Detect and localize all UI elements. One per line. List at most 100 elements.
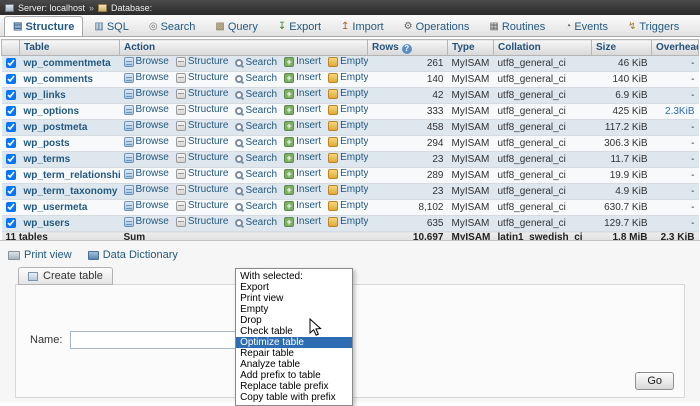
browse-action[interactable]: Browse [124,56,169,68]
search-action[interactable]: Search [235,201,277,213]
data-dictionary-link[interactable]: Data Dictionary [88,249,178,261]
search-action[interactable]: Search [235,57,277,69]
table-name-link[interactable]: wp_terms [24,154,71,165]
tab-import[interactable]: ↥ Import [332,16,393,36]
tab-routines[interactable]: ▦ Routines [480,16,554,36]
structure-action[interactable]: Structure [176,120,229,132]
table-name-link[interactable]: wp_postmeta [24,122,88,133]
server-link[interactable]: Server: localhost [18,3,85,13]
table-name-input[interactable] [70,331,258,349]
search-action[interactable]: Search [235,137,277,149]
structure-action[interactable]: Structure [176,168,229,180]
structure-action[interactable]: Structure [176,216,229,228]
structure-action[interactable]: Structure [176,184,229,196]
insert-action[interactable]: Insert [284,56,321,68]
header-collation[interactable]: Collation [494,40,592,56]
insert-action[interactable]: Insert [284,88,321,100]
table-name-link[interactable]: wp_options [24,106,80,117]
search-action[interactable]: Search [235,105,277,117]
tab-structure[interactable]: ▤ Structure [4,16,83,36]
dropdown-option[interactable]: With selected: [236,271,352,282]
dropdown-option[interactable]: Optimize table [236,337,352,348]
search-action[interactable]: Search [235,73,277,85]
dropdown-option[interactable]: Analyze table [236,359,352,370]
search-action[interactable]: Search [235,185,277,197]
tab-search[interactable]: ◎ Search [140,16,205,36]
empty-action[interactable]: Empty [328,104,367,116]
dropdown-option[interactable]: Replace table prefix [236,381,352,392]
search-action[interactable]: Search [235,217,277,229]
tab-operations[interactable]: ⚙ Operations [395,16,479,36]
search-action[interactable]: Search [235,89,277,101]
structure-action[interactable]: Structure [176,56,229,68]
dropdown-option[interactable]: Check table [236,326,352,337]
table-name-link[interactable]: wp_posts [24,138,70,149]
header-table[interactable]: Table [20,40,120,56]
structure-action[interactable]: Structure [176,152,229,164]
row-checkbox[interactable] [6,74,16,84]
help-icon[interactable] [402,44,412,54]
table-name-link[interactable]: wp_term_taxonomy [24,186,118,197]
empty-action[interactable]: Empty [328,56,367,68]
table-name-link[interactable]: wp_term_relationships [24,170,120,181]
table-name-link[interactable]: wp_commentmeta [24,58,111,69]
tab-sql[interactable]: ▥ SQL [85,16,137,36]
browse-action[interactable]: Browse [124,72,169,84]
structure-action[interactable]: Structure [176,136,229,148]
row-checkbox[interactable] [6,106,16,116]
row-checkbox[interactable] [6,122,16,132]
dropdown-option[interactable]: Drop [236,315,352,326]
dropdown-option[interactable]: Export [236,282,352,293]
header-overhead[interactable]: Overhead [652,40,699,56]
insert-action[interactable]: Insert [284,152,321,164]
search-action[interactable]: Search [235,153,277,165]
dropdown-option[interactable]: Print view [236,293,352,304]
row-checkbox[interactable] [6,58,16,68]
structure-action[interactable]: Structure [176,88,229,100]
empty-action[interactable]: Empty [328,200,367,212]
tab-query[interactable]: ▩ Query [206,16,266,36]
go-button[interactable]: Go [635,372,674,390]
browse-action[interactable]: Browse [124,104,169,116]
browse-action[interactable]: Browse [124,136,169,148]
insert-action[interactable]: Insert [284,136,321,148]
browse-action[interactable]: Browse [124,216,169,228]
empty-action[interactable]: Empty [328,72,367,84]
search-action[interactable]: Search [235,121,277,133]
row-checkbox[interactable] [6,170,16,180]
browse-action[interactable]: Browse [124,184,169,196]
row-checkbox[interactable] [6,90,16,100]
row-checkbox[interactable] [6,154,16,164]
database-link[interactable]: Database: [111,3,152,13]
insert-action[interactable]: Insert [284,168,321,180]
dropdown-option[interactable]: Copy table with prefix [236,392,352,403]
header-size[interactable]: Size [592,40,652,56]
insert-action[interactable]: Insert [284,104,321,116]
insert-action[interactable]: Insert [284,120,321,132]
dropdown-option[interactable]: Add prefix to table [236,370,352,381]
table-name-link[interactable]: wp_links [24,90,66,101]
row-checkbox[interactable] [6,186,16,196]
structure-action[interactable]: Structure [176,104,229,116]
empty-action[interactable]: Empty [328,168,367,180]
insert-action[interactable]: Insert [284,72,321,84]
browse-action[interactable]: Browse [124,152,169,164]
empty-action[interactable]: Empty [328,152,367,164]
empty-action[interactable]: Empty [328,88,367,100]
print-view-link[interactable]: Print view [8,249,72,261]
table-name-link[interactable]: wp_comments [24,74,93,85]
row-checkbox[interactable] [6,202,16,212]
structure-action[interactable]: Structure [176,200,229,212]
dropdown-option[interactable]: Empty [236,304,352,315]
header-rows[interactable]: Rows [368,40,448,56]
browse-action[interactable]: Browse [124,88,169,100]
table-name-link[interactable]: wp_users [24,218,70,229]
browse-action[interactable]: Browse [124,168,169,180]
row-checkbox[interactable] [6,218,16,228]
empty-action[interactable]: Empty [328,136,367,148]
search-action[interactable]: Search [235,169,277,181]
browse-action[interactable]: Browse [124,120,169,132]
empty-action[interactable]: Empty [328,184,367,196]
insert-action[interactable]: Insert [284,184,321,196]
empty-action[interactable]: Empty [328,216,367,228]
